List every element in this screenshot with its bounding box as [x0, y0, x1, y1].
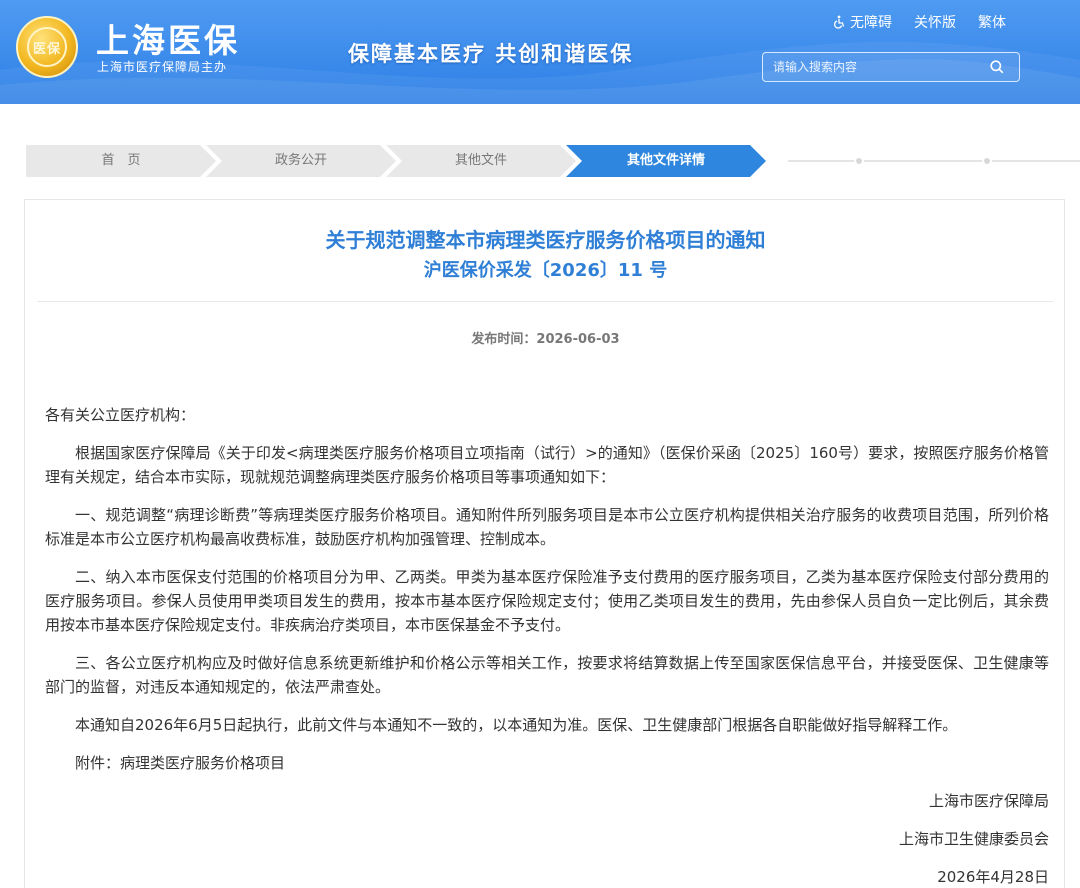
top-links: 无障碍 关怀版 繁体	[832, 12, 1006, 32]
accessibility-label: 无障碍	[850, 15, 892, 31]
site-title[interactable]: 上海医保	[96, 14, 240, 62]
breadcrumb-current: 其他文件详情	[566, 145, 766, 177]
site-logo[interactable]: 医保	[16, 16, 78, 78]
breadcrumb-government-affairs[interactable]: 政务公开	[206, 145, 396, 177]
breadcrumb: 首 页 政务公开 其他文件 其他文件详情	[26, 145, 1080, 177]
care-version-label: 关怀版	[914, 15, 956, 31]
salutation: 各有关公立医疗机构：	[45, 406, 196, 424]
search-input[interactable]	[773, 57, 983, 77]
article-card: 关于规范调整本市病理类医疗服务价格项目的通知 沪医保价采发〔2026〕11 号 …	[24, 199, 1065, 888]
signature-issuer: 上海市卫生健康委员会	[898, 830, 1049, 848]
article-body: 各有关公立医疗机构： 根据国家医疗保障局《关于印发<病理类医疗服务价格项目立项指…	[45, 403, 1049, 888]
publish-date: 发布时间：2026-06-03	[471, 332, 620, 347]
breadcrumb-dot	[854, 156, 864, 166]
article-title: 关于规范调整本市病理类医疗服务价格项目的通知	[325, 228, 766, 252]
care-version-link[interactable]: 关怀版	[914, 12, 956, 32]
signature-date: 2026年4月28日	[937, 868, 1049, 886]
search-box	[762, 52, 1020, 82]
paragraph: 三、各公立医疗机构应及时做好信息系统更新维护和价格公示等相关工作，按要求将结算数…	[45, 654, 1049, 696]
title-divider	[37, 301, 1053, 302]
wheelchair-icon	[833, 15, 845, 29]
paragraph: 根据国家医疗保障局《关于印发<病理类医疗服务价格项目立项指南（试行）>的通知》（…	[45, 444, 1049, 486]
attachment-link[interactable]: 附件：病理类医疗服务价格项目	[45, 751, 1049, 775]
signature-issuer: 上海市医疗保障局	[928, 792, 1049, 810]
traditional-chinese-link[interactable]: 繁体	[978, 12, 1006, 32]
logo-text: 医保	[32, 42, 61, 57]
site-slogan: 保障基本医疗 共创和谐医保	[348, 42, 634, 66]
paragraph: 一、规范调整“病理诊断费”等病理类医疗服务价格项目。通知附件所列服务项目是本市公…	[45, 506, 1049, 548]
search-icon[interactable]	[989, 59, 1005, 75]
site-subtitle: 上海市医疗保障局主办	[97, 60, 228, 74]
document-number: 沪医保价采发〔2026〕11 号	[423, 260, 668, 281]
breadcrumb-dot	[982, 156, 992, 166]
site-header: 医保 上海医保 上海市医疗保障局主办 保障基本医疗 共创和谐医保 无障碍 关怀版…	[0, 0, 1080, 104]
accessibility-link[interactable]: 无障碍	[832, 12, 892, 32]
breadcrumb-track	[788, 160, 1080, 162]
breadcrumb-home[interactable]: 首 页	[26, 145, 216, 177]
paragraph: 二、纳入本市医保支付范围的价格项目分为甲、乙两类。甲类为基本医疗保险准予支付费用…	[45, 568, 1049, 634]
breadcrumb-other-files[interactable]: 其他文件	[386, 145, 576, 177]
paragraph: 本通知自2026年6月5日起执行，此前文件与本通知不一致的，以本通知为准。医保、…	[75, 716, 958, 734]
traditional-chinese-label: 繁体	[978, 15, 1006, 31]
